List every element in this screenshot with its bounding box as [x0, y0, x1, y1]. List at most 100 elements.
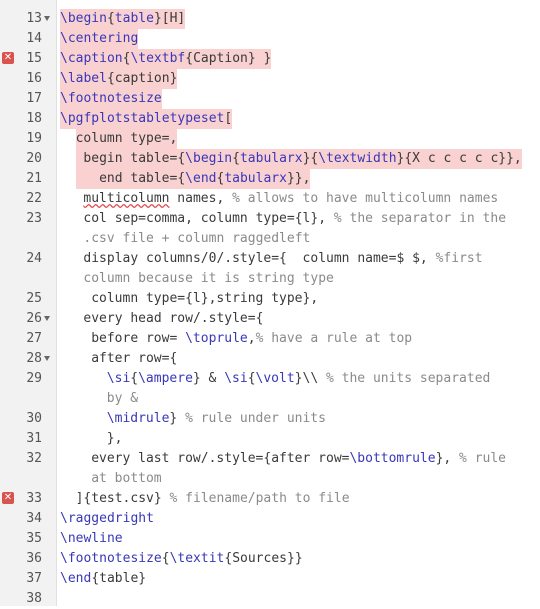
- code-text: \begin{table}[H]: [60, 9, 186, 29]
- line-number: 13: [26, 11, 42, 26]
- code-line[interactable]: 38: [0, 589, 540, 609]
- line-number: 31: [26, 431, 42, 446]
- code-line[interactable]: 28 after row={: [0, 349, 540, 369]
- line-number: 24: [26, 251, 42, 266]
- comment-token: % rule under units: [185, 411, 326, 426]
- line-number: 36: [26, 551, 42, 566]
- code-line[interactable]: 27 before row= \toprule,% have a rule at …: [0, 329, 540, 349]
- command-token: \footnotesize: [60, 91, 162, 106]
- text-token: {: [130, 371, 139, 386]
- fold-toggle-icon[interactable]: [44, 316, 50, 321]
- text-token: [: [224, 111, 233, 126]
- fold-toggle-icon[interactable]: [44, 356, 50, 361]
- code-line[interactable]: 21 end table={\end{tabularx}},: [0, 169, 540, 189]
- code-text: column type={l},string type},: [91, 289, 318, 309]
- line-number: 14: [26, 31, 42, 46]
- command-token: \raggedright: [60, 511, 154, 526]
- code-text: every head row/.style={: [83, 309, 263, 329]
- code-line[interactable]: column because it is string type: [0, 269, 540, 289]
- line-number: 33: [26, 491, 42, 506]
- text-token: },: [106, 431, 123, 446]
- error-marker-icon[interactable]: ✕: [2, 492, 14, 504]
- line-number: 37: [26, 571, 42, 586]
- line-number: 25: [26, 291, 42, 306]
- code-line[interactable]: 13 \begin{table}[H]: [0, 9, 540, 29]
- code-text: by &: [107, 389, 138, 409]
- code-line[interactable]: 22 multicolumn names, % allows to have mu…: [0, 189, 540, 209]
- text-token: {Sources}}: [224, 551, 303, 566]
- code-line[interactable]: 37 \end{table}: [0, 569, 540, 589]
- code-line[interactable]: 31},: [0, 429, 540, 449]
- text-token: {table}: [91, 571, 147, 586]
- code-line[interactable]: 20 begin table={\begin{tabularx}{\textwi…: [0, 149, 540, 169]
- code-text: \si{\ampere} & \si{\volt}\\ % the units …: [107, 369, 491, 389]
- command-token: \pgfplotstabletypeset: [60, 111, 225, 126]
- code-line[interactable]: 24 display columns/0/.style={ column name…: [0, 249, 540, 269]
- text-token: {: [247, 371, 256, 386]
- code-line[interactable]: 30 \midrule} % rule under units: [0, 409, 540, 429]
- code-line[interactable]: 18 \pgfplotstabletypeset[: [0, 109, 540, 129]
- command-token: \centering: [60, 31, 139, 46]
- command-token: \volt: [255, 371, 295, 386]
- text-token: ,: [247, 331, 256, 346]
- line-number: 16: [26, 71, 42, 86]
- code-text: col sep=comma, column type={l}, % the se…: [83, 209, 506, 229]
- code-line[interactable]: 14 \centering: [0, 29, 540, 49]
- code-text: before row= \toprule,% have a rule at to…: [91, 329, 412, 349]
- code-text: \newline: [60, 529, 123, 549]
- line-number: 38: [26, 591, 42, 606]
- comment-token: % have a rule at top: [255, 331, 413, 346]
- code-line[interactable]: ✕ 33 ]{test.csv} % filename/path to file: [0, 489, 540, 509]
- command-token: tabularx: [239, 151, 303, 166]
- command-token: \end: [60, 571, 92, 586]
- comment-token: % the units separated: [325, 371, 491, 386]
- code-line[interactable]: 26 every head row/.style={: [0, 309, 540, 329]
- code-line[interactable]: 29 \si{\ampere} & \si{\volt}\\ % the unit…: [0, 369, 540, 389]
- code-text: at bottom: [91, 469, 161, 489]
- fold-toggle-icon[interactable]: [44, 16, 50, 21]
- code-line[interactable]: 32 every last row/.style={after row=\bott…: [0, 449, 540, 469]
- code-line[interactable]: 34 \raggedright: [0, 509, 540, 529]
- command-token: tabularx: [224, 171, 287, 186]
- error-marker-icon[interactable]: ✕: [2, 52, 14, 64]
- code-line[interactable]: 25 column type={l},string type},: [0, 289, 540, 309]
- comment-token: .csv file + column raggedleft: [83, 231, 311, 246]
- text-token: {: [232, 151, 240, 166]
- code-line[interactable]: 35 \newline: [0, 529, 540, 549]
- comment-token: % allows to have multicolumn names: [232, 191, 499, 206]
- code-line[interactable]: by &: [0, 389, 540, 409]
- text-token: begin table={: [75, 151, 186, 166]
- command-token: \si: [224, 371, 248, 386]
- command-token: \toprule: [185, 331, 248, 346]
- command-token: \textit: [169, 551, 225, 566]
- text-token: }{X c c c c c}},: [396, 151, 522, 166]
- code-editor[interactable]: 13 \begin{table}[H] 14 \centering ✕ 15 \captio…: [0, 0, 540, 606]
- line-number: 15: [26, 51, 42, 66]
- code-line[interactable]: 19 column type=,: [0, 129, 540, 149]
- code-line[interactable]: 17 \footnotesize: [0, 89, 540, 109]
- code-text: \caption{\textbf{Caption} }: [60, 49, 272, 69]
- text-token: } &: [192, 371, 225, 386]
- line-number: 21: [26, 171, 42, 186]
- code-text: \label{caption}: [60, 69, 178, 89]
- code-text: column because it is string type: [83, 269, 333, 289]
- text-token: column type={l},string type},: [91, 291, 319, 306]
- code-line[interactable]: 23 col sep=comma, column type={l}, % the …: [0, 209, 540, 229]
- line-number: 28: [26, 351, 42, 366]
- code-line[interactable]: 36 \footnotesize{\textit{Sources}}: [0, 549, 540, 569]
- code-text: \centering: [60, 29, 139, 49]
- text-token: }{: [302, 151, 319, 166]
- comment-token: %first: [435, 251, 483, 266]
- code-line[interactable]: at bottom: [0, 469, 540, 489]
- code-line[interactable]: .csv file + column raggedleft: [0, 229, 540, 249]
- line-number: 29: [26, 371, 42, 386]
- code-line[interactable]: ✕ 15 \caption{\textbf{Caption} }: [0, 49, 540, 69]
- text-token: names,: [169, 191, 233, 206]
- text-token: before row=: [91, 331, 186, 346]
- command-token: \textbf: [130, 51, 186, 66]
- code-text: after row={: [91, 349, 177, 369]
- code-line[interactable]: 16 \label{caption}: [0, 69, 540, 89]
- code-text: ]{test.csv} % filename/path to file: [76, 489, 350, 509]
- code-text: every last row/.style={after row=\bottom…: [91, 449, 506, 469]
- code-text: },: [107, 429, 123, 449]
